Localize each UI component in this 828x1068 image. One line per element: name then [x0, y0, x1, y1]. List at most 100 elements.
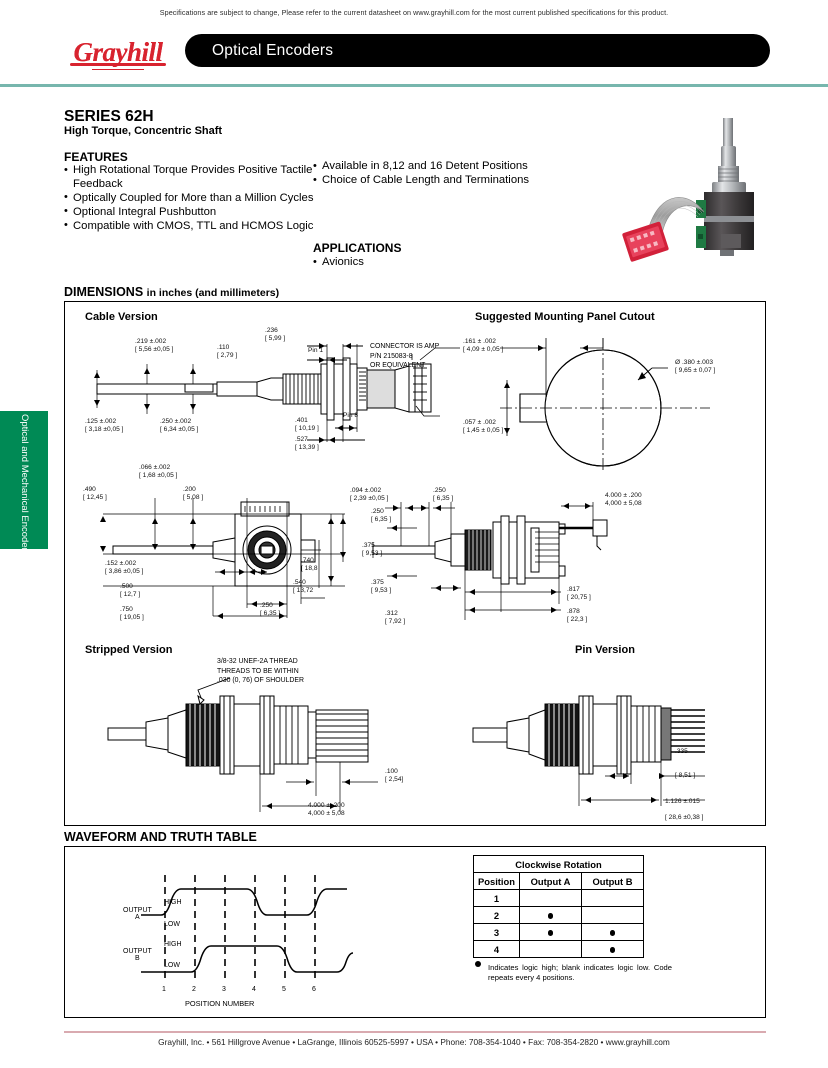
cell-output-a	[518, 889, 582, 907]
cell-output-b	[580, 940, 644, 958]
dimensions-heading: DIMENSIONS in inches (and millimeters)	[64, 285, 279, 299]
output-b-low-label: LOW	[164, 962, 180, 969]
cell-position: 1	[473, 889, 520, 907]
cell-output-b	[580, 889, 644, 907]
legend-dot-icon	[475, 961, 481, 967]
truth-table: Clockwise Rotation Position Output A Out…	[473, 855, 644, 958]
column-header-output-b: Output B	[580, 872, 644, 890]
list-item: Optically Coupled for More than a Millio…	[64, 191, 314, 206]
cell-output-b	[580, 923, 644, 941]
list-item: Choice of Cable Length and Terminations	[313, 174, 543, 188]
dimension-label: [ 8,51 ]	[675, 772, 696, 779]
cell-output-a	[518, 923, 582, 941]
dimension-label: .335	[675, 748, 688, 755]
logic-high-dot-icon	[547, 930, 554, 936]
pin8-label: Pin 8	[343, 412, 359, 419]
dimension-label: Ø .380 ±.003[ 9,65 ± 0,07 ]	[675, 359, 716, 374]
dimension-label: .401[ 10,19 ]	[295, 417, 319, 432]
dimension-label: .110[ 2,79 ]	[217, 344, 238, 359]
product-photo	[620, 108, 780, 278]
pin1-label: Pin 1	[308, 347, 324, 354]
logo-underline2-icon	[92, 68, 144, 70]
sidebar-tab-optical-mechanical-encoders[interactable]: Optical and Mechanical Encoders	[0, 411, 48, 556]
dimension-label: 1.126 ±.015	[665, 798, 700, 805]
dimension-label: .236[ 5,99 ]	[265, 327, 286, 342]
truth-table-title: Clockwise Rotation	[473, 855, 644, 873]
table-row: 2	[473, 906, 644, 924]
table-header-row: Position Output A Output B	[473, 872, 644, 890]
dimension-label: .250[ 6,35 ]	[433, 487, 454, 502]
dimensions-heading-main: DIMENSIONS	[64, 285, 144, 299]
list-item: Optional Integral Pushbutton	[64, 205, 314, 220]
pin-version-drawing	[472, 695, 705, 806]
truth-table-note: Indicates logic high; blank indicates lo…	[472, 961, 672, 982]
list-item: High Rotational Torque Provides Positive…	[64, 163, 314, 191]
output-a-low-label: LOW	[164, 921, 180, 928]
features-list-left: High Rotational Torque Provides Positive…	[64, 163, 314, 234]
waveform-x-axis-label: POSITION NUMBER	[185, 999, 255, 1008]
list-item: Avionics	[313, 256, 533, 270]
list-item: Available in 8,12 and 16 Detent Position…	[313, 160, 543, 174]
position-tick: 6	[312, 986, 316, 993]
cable-version-title: Cable Version	[85, 311, 158, 323]
logic-high-dot-icon	[547, 913, 554, 919]
dimension-label: .878[ 22,3 ]	[567, 608, 588, 623]
stripped-version-drawing	[107, 677, 378, 812]
dimension-label: .527[ 13,39 ]	[295, 436, 319, 451]
footer-contact: Grayhill, Inc. • 561 Hillgrove Avenue • …	[158, 1037, 670, 1047]
position-tick: 1	[162, 986, 166, 993]
position-tick: 2	[192, 986, 196, 993]
table-row: Clockwise Rotation	[473, 855, 644, 873]
dimension-label: .540[ 13,72	[293, 579, 314, 594]
table-row: 3	[473, 923, 644, 941]
dimension-label: .161 ± .002[ 4,09 ± 0,05 ]	[463, 338, 504, 353]
cell-position: 4	[473, 940, 520, 958]
cell-position: 3	[473, 923, 520, 941]
applications-list: Avionics	[313, 256, 533, 270]
output-a-high-label: HIGH	[164, 899, 182, 906]
dimension-label: .375[ 9,53 ]	[371, 579, 392, 594]
cell-output-b	[580, 906, 644, 924]
footer-divider	[64, 1031, 766, 1033]
page-header: Grayhill Optical Encoders	[0, 30, 828, 74]
page-title: SERIES 62H	[64, 108, 154, 125]
column-header-output-a: Output A	[518, 872, 582, 890]
position-tick: 5	[282, 986, 286, 993]
dimension-label: .750[ 19,05 ]	[120, 606, 144, 621]
pin-version-title: Pin Version	[575, 644, 635, 656]
panel-cutout-drawing	[500, 338, 710, 473]
dimension-label: .200[ 5,08 ]	[183, 486, 204, 501]
panel-cutout-title: Suggested Mounting Panel Cutout	[475, 311, 655, 323]
logic-high-dot-icon	[609, 930, 616, 936]
header-divider	[0, 84, 828, 87]
list-item: Compatible with CMOS, TTL and HCMOS Logi…	[64, 219, 314, 234]
logic-high-dot-icon	[609, 947, 616, 953]
cell-output-a	[518, 906, 582, 924]
features-list-right: Available in 8,12 and 16 Detent Position…	[313, 160, 543, 188]
position-tick: 3	[222, 986, 226, 993]
dimension-label: .057 ± .002[ 1,45 ± 0,05 ]	[463, 419, 504, 434]
dimension-label: [ 28,6 ±0,38 ]	[665, 814, 704, 821]
dimension-label: .500[ 12,7 ]	[120, 583, 141, 598]
position-tick: 4	[252, 986, 256, 993]
dimension-label: .250 ±.002[ 6,34 ±0,05 ]	[160, 418, 199, 433]
sidebar-tab-label: Optical and Mechanical Encoders	[19, 414, 30, 556]
dimension-label: .100[ 2,54]	[385, 768, 404, 783]
output-b-high-label: HIGH	[164, 941, 182, 948]
output-a-label: OUTPUT A	[123, 907, 152, 921]
section-title: Optical Encoders	[212, 41, 334, 59]
specifications-notice: Specifications are subject to change, Pl…	[159, 8, 669, 17]
truth-table-note-text: Indicates logic high; blank indicates lo…	[488, 963, 672, 982]
cell-position: 2	[473, 906, 520, 924]
page-subtitle: High Torque, Concentric Shaft	[64, 125, 223, 137]
section-title-bar: Optical Encoders	[185, 34, 770, 67]
dimension-label: .490[ 12,45 ]	[83, 486, 107, 501]
logo-underline-icon	[70, 63, 166, 66]
dimension-label: 4.000 ± .200 4,000 ± 5,08	[605, 492, 642, 507]
stripped-version-title: Stripped Version	[85, 644, 173, 656]
dimension-label: .066 ±.002[ 1,68 ±0,05 ]	[139, 464, 178, 479]
dimension-label: .219 ±.002[ 5,56 ±0,05 ]	[135, 338, 174, 353]
dimension-label: .817[ 20,75 ]	[567, 586, 591, 601]
cell-output-a	[518, 940, 582, 958]
dimension-label: .250[ 6,35 ]	[371, 508, 392, 523]
